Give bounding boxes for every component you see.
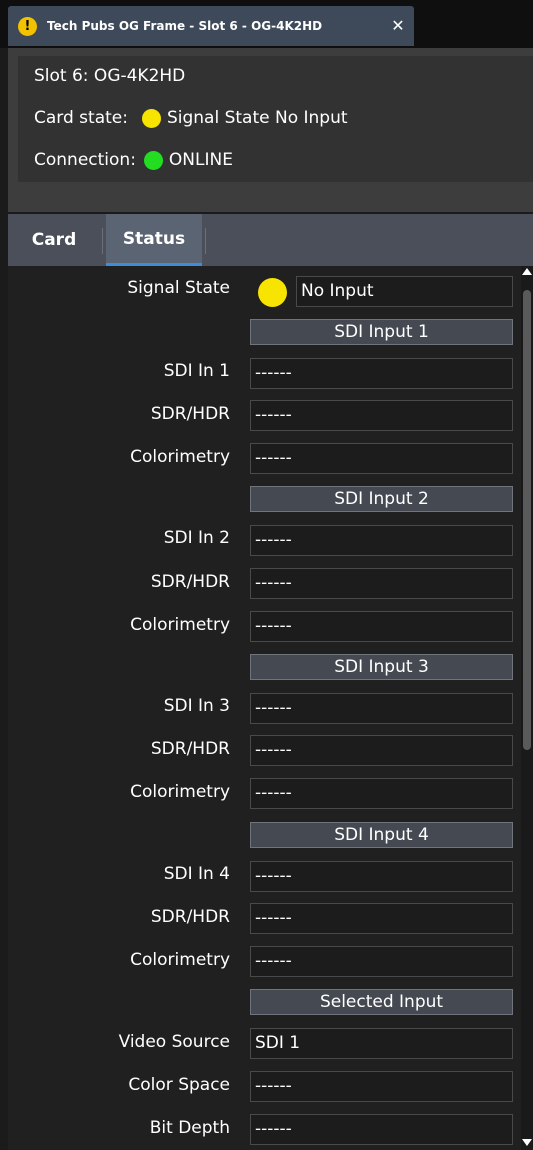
close-icon[interactable]: ✕ [388, 16, 408, 36]
video-source-field: SDI 1 [250, 1028, 513, 1059]
colorimetry-4-field: ------ [250, 946, 513, 977]
scroll-down-arrow-icon[interactable] [522, 1139, 532, 1146]
sdi-in-4-field: ------ [250, 861, 513, 892]
signal-state-indicator-icon [258, 278, 287, 307]
signal-state-field: No Input [296, 276, 513, 307]
vertical-scrollbar[interactable] [521, 266, 533, 1150]
sdr-hdr-2-field: ------ [250, 568, 513, 599]
warning-icon: ! [18, 16, 37, 36]
sdr-hdr-4-field: ------ [250, 903, 513, 934]
section-header-sdi-input-1: SDI Input 1 [250, 319, 513, 345]
status-panel: Signal State No Input SDI Input 1 SDI In… [8, 266, 521, 1150]
card-state-value: Signal State No Input [166, 108, 348, 128]
window-tab-bar: ! Tech Pubs OG Frame - Slot 6 - OG-4K2HD… [0, 0, 533, 48]
connection-indicator-icon [143, 150, 163, 170]
section-header-sdi-input-3: SDI Input 3 [250, 654, 513, 680]
colorimetry-2-field: ------ [250, 611, 513, 642]
tab-card[interactable]: Card [8, 214, 100, 266]
sdr-hdr-4-label: SDR/HDR [150, 907, 230, 927]
section-header-selected-input: Selected Input [250, 989, 513, 1015]
color-space-field: ------ [250, 1071, 513, 1102]
sdr-hdr-1-field: ------ [250, 400, 513, 431]
sdr-hdr-3-label: SDR/HDR [150, 739, 230, 759]
slot-name: Slot 6: OG-4K2HD [34, 66, 186, 86]
sdi-in-1-label: SDI In 1 [163, 361, 230, 381]
section-header-sdi-input-4: SDI Input 4 [250, 822, 513, 848]
tab-bar: Card Status [8, 214, 533, 266]
colorimetry-2-label: Colorimetry [130, 615, 230, 635]
section-header-sdi-input-2: SDI Input 2 [250, 486, 513, 512]
slot-line: Slot 6: OG-4K2HD [34, 66, 185, 86]
sdi-in-3-label: SDI In 3 [163, 696, 230, 716]
colorimetry-3-field: ------ [250, 778, 513, 809]
sdi-in-4-label: SDI In 4 [163, 864, 230, 884]
window-tab[interactable]: ! Tech Pubs OG Frame - Slot 6 - OG-4K2HD… [8, 6, 414, 46]
sdr-hdr-3-field: ------ [250, 735, 513, 766]
card-info-panel: Slot 6: OG-4K2HD Card state: Signal Stat… [8, 48, 533, 212]
connection-label: Connection: [34, 150, 136, 170]
sdi-in-2-field: ------ [250, 525, 513, 556]
sdr-hdr-1-label: SDR/HDR [150, 404, 230, 424]
sdr-hdr-2-label: SDR/HDR [150, 572, 230, 592]
connection-line: Connection: ONLINE [34, 150, 233, 170]
connection-value: ONLINE [168, 150, 233, 170]
colorimetry-1-label: Colorimetry [130, 447, 230, 467]
card-info-box: Slot 6: OG-4K2HD Card state: Signal Stat… [18, 56, 533, 182]
video-source-label: Video Source [118, 1032, 230, 1052]
colorimetry-4-label: Colorimetry [130, 950, 230, 970]
bit-depth-label: Bit Depth [149, 1118, 230, 1138]
scroll-up-arrow-icon[interactable] [522, 268, 532, 275]
colorimetry-1-field: ------ [250, 443, 513, 474]
tab-divider [102, 228, 103, 254]
card-state-label: Card state: [34, 108, 128, 128]
bit-depth-field: ------ [250, 1114, 513, 1145]
card-state-line: Card state: Signal State No Input [34, 108, 348, 128]
window-tab-title: Tech Pubs OG Frame - Slot 6 - OG-4K2HD [47, 19, 323, 33]
sdi-in-3-field: ------ [250, 693, 513, 724]
card-state-indicator-icon [141, 108, 161, 128]
color-space-label: Color Space [128, 1075, 230, 1095]
sdi-in-2-label: SDI In 2 [163, 528, 230, 548]
tab-divider [205, 228, 206, 254]
signal-state-label: Signal State [127, 278, 230, 298]
sdi-in-1-field: ------ [250, 358, 513, 389]
tab-status[interactable]: Status [106, 214, 202, 266]
colorimetry-3-label: Colorimetry [130, 782, 230, 802]
scrollbar-thumb[interactable] [523, 290, 531, 750]
